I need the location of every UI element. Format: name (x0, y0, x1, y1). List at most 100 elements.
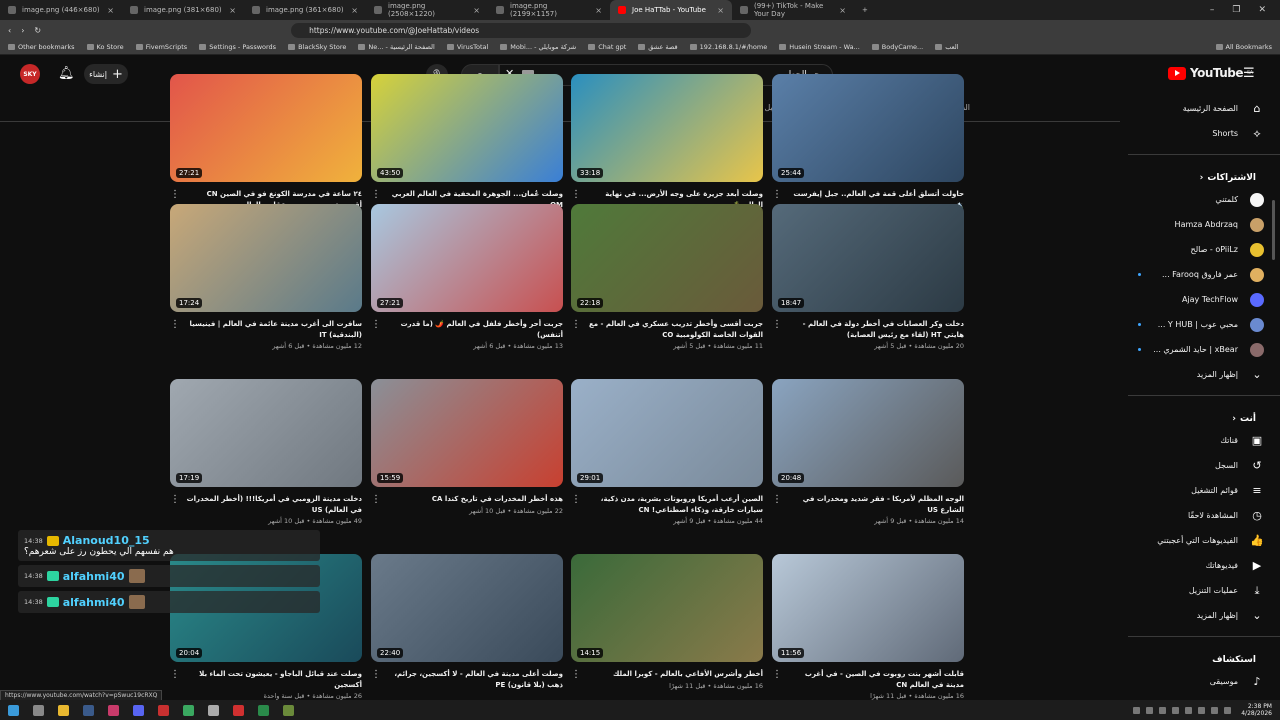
sidebar-item[interactable]: ⤓ عمليات التنزيل (1128, 578, 1280, 603)
browser-tab[interactable]: image.png (2199×1157) × (488, 0, 610, 20)
bookmark-item[interactable]: Mobi... - شركة موبايلي (500, 43, 576, 51)
more-options-icon[interactable]: ⋮ (170, 494, 180, 525)
more-options-icon[interactable]: ⋮ (772, 494, 782, 525)
video-thumbnail[interactable]: 25:44 (772, 74, 964, 182)
sidebar-item[interactable]: ◷ المشاهدة لاحقًا (1128, 503, 1280, 528)
bookmark-item[interactable]: Chat gpt (588, 43, 626, 51)
more-options-icon[interactable]: ⋮ (170, 319, 180, 350)
sidebar-item[interactable]: 👍 الفيديوهات التي أعجبتني (1128, 528, 1280, 553)
video-thumbnail[interactable]: 20:48 (772, 379, 964, 487)
video-thumbnail[interactable]: 15:59 (371, 379, 563, 487)
close-tab-icon[interactable]: × (717, 6, 724, 15)
steam-icon[interactable] (83, 704, 94, 716)
volume-icon[interactable] (1224, 706, 1232, 714)
tray-icon[interactable] (1198, 706, 1206, 714)
sidebar-item[interactable]: كلمتني (1128, 187, 1280, 212)
sidebar-item[interactable]: oPiiLz - صالح (1128, 237, 1280, 262)
video-card[interactable]: 33:18 وصلت أبعد جزيرة على وجه الأرض... في… (571, 74, 763, 220)
video-title[interactable]: الوجه المظلم لأمريكا - فقر شديد ومخدرات … (786, 494, 964, 515)
tray-icon[interactable] (1146, 706, 1154, 714)
create-button[interactable]: إنشاء + (84, 64, 128, 84)
video-thumbnail[interactable]: 17:24 (170, 204, 362, 312)
more-options-icon[interactable]: ⋮ (371, 319, 381, 350)
tray-icon[interactable] (1159, 706, 1167, 714)
video-card[interactable]: 22:40 وصلت أعلى مدينة في العالم - لا أكسج… (371, 554, 563, 692)
browser-tab[interactable]: image.png (361×680) × (244, 0, 366, 20)
bookmark-item[interactable]: BlackSky Store (288, 43, 346, 51)
video-card[interactable]: 18:47 دخلت وكر العصابات في أخطر دولة في ا… (772, 204, 964, 350)
video-title[interactable]: دخلت مدينة الزومبي في أمريكا!!! (أخطر ال… (184, 494, 362, 515)
close-tab-icon[interactable]: × (351, 6, 358, 15)
back-icon[interactable]: ‹ (8, 26, 11, 35)
close-tab-icon[interactable]: × (473, 6, 480, 15)
video-card[interactable]: 27:21 جربت أحر وأخطر فلفل في العالم 🌶️ (م… (371, 204, 563, 350)
bookmark-item[interactable]: العب (935, 43, 958, 51)
more-options-icon[interactable]: ⋮ (571, 494, 581, 525)
map-pin-icon[interactable] (233, 704, 244, 716)
browser-tab[interactable]: (99+) TikTok - Make Your Day × (732, 0, 854, 20)
bookmark-item[interactable]: قصة عشق (638, 43, 677, 51)
new-tab-icon[interactable]: + (854, 0, 878, 20)
video-card[interactable]: 25:44 حاولت أتسلق أعلى قمة في العالم.. جب… (772, 74, 964, 220)
video-thumbnail[interactable]: 29:01 (571, 379, 763, 487)
close-tab-icon[interactable]: × (595, 6, 602, 15)
sidebar-item[interactable]: ⌄ إظهار المزيد (1128, 362, 1280, 387)
sidebar-item[interactable]: ▶ فيديوهاتك (1128, 553, 1280, 578)
sidebar-item[interactable]: xBear | حايد الشمري ... (1128, 337, 1280, 362)
you-header[interactable]: أنت ‹ (1128, 404, 1280, 428)
video-thumbnail[interactable]: 11:56 (772, 554, 964, 662)
video-thumbnail[interactable]: 17:19 (170, 379, 362, 487)
close-tab-icon[interactable]: × (229, 6, 236, 15)
video-title[interactable]: وصلت عند قبائل الباجاو - يعيشون تحت الما… (184, 669, 362, 690)
video-thumbnail[interactable]: 22:40 (371, 554, 563, 662)
sidebar-item[interactable]: ♪ موسيقى (1128, 669, 1280, 694)
bookmark-item[interactable]: Ne... - الصفحة الرئيسية (358, 43, 434, 51)
more-options-icon[interactable]: ⋮ (371, 669, 381, 692)
bookmark-item[interactable]: Husein Stream - Wa... (779, 43, 860, 51)
close-tab-icon[interactable]: × (107, 6, 114, 15)
account-avatar[interactable]: SKY (20, 64, 40, 84)
sidebar-item[interactable]: ⌂ الصفحة الرئيسية (1128, 96, 1280, 121)
sidebar-item[interactable]: Ajay TechFlow (1128, 287, 1280, 312)
video-thumbnail[interactable]: 18:47 (772, 204, 964, 312)
reload-icon[interactable]: ↻ (34, 26, 41, 35)
windows-start-icon[interactable] (8, 704, 19, 716)
video-card[interactable]: 22:18 جربت أقسى وأخطر تدريب عسكري في العا… (571, 204, 763, 350)
browser-tab[interactable]: image.png (446×680) × (0, 0, 122, 20)
sidebar-item[interactable]: ⌄ إظهار المزيد (1128, 603, 1280, 628)
close-window-icon[interactable]: ✕ (1258, 5, 1266, 15)
spreadsheet-icon[interactable] (258, 704, 269, 716)
browser-tab[interactable]: image.png (381×680) × (122, 0, 244, 20)
system-clock[interactable]: 2:38 PM 4/28/2026 (1241, 703, 1272, 717)
video-card[interactable]: 43:50 وصلت عُمان... الجوهرة المخفية في ال… (371, 74, 563, 220)
tray-icon[interactable] (1172, 706, 1180, 714)
sidebar-scrollbar[interactable] (1272, 200, 1275, 260)
sidebar-item[interactable]: ▣ قناتك (1128, 428, 1280, 453)
video-title[interactable]: قابلت أشهر بنت روبوت في الصين - في أغرب … (786, 669, 964, 690)
minimize-icon[interactable]: – (1210, 5, 1215, 15)
tray-icon[interactable] (1133, 706, 1141, 714)
video-thumbnail[interactable]: 27:21 (170, 74, 362, 182)
bookmark-item[interactable]: Settings - Passwords (199, 43, 276, 51)
sidebar-item[interactable]: ≡ قوائم التشغيل (1128, 478, 1280, 503)
maximize-icon[interactable]: ❐ (1232, 5, 1240, 15)
browser-tab[interactable]: image.png (2508×1220) × (366, 0, 488, 20)
notifications-bell-icon[interactable]: 🔔︎ (58, 66, 75, 81)
more-options-icon[interactable]: ⋮ (772, 319, 782, 350)
video-title[interactable]: جربت أحر وأخطر فلفل في العالم 🌶️ (ما قدر… (385, 319, 563, 340)
tray-icon[interactable] (1185, 706, 1193, 714)
chrome-icon[interactable] (183, 704, 194, 716)
video-card[interactable]: 20:48 الوجه المظلم لأمريكا - فقر شديد ومخ… (772, 379, 964, 525)
video-thumbnail[interactable]: 27:21 (371, 204, 563, 312)
app-icon[interactable] (158, 704, 169, 716)
bookmark-item[interactable]: Ko Store (87, 43, 124, 51)
browser-tab[interactable]: Joe HaTTab - YouTube × (610, 0, 732, 20)
minecraft-icon[interactable] (283, 704, 294, 716)
settings-icon[interactable] (208, 704, 219, 716)
video-thumbnail[interactable]: 14:15 (571, 554, 763, 662)
taskbar-search-icon[interactable] (33, 704, 44, 716)
more-options-icon[interactable]: ⋮ (571, 319, 581, 350)
video-title[interactable]: وصلت أعلى مدينة في العالم - لا أكسجين، ج… (385, 669, 563, 690)
video-thumbnail[interactable]: 22:18 (571, 204, 763, 312)
video-thumbnail[interactable]: 43:50 (371, 74, 563, 182)
